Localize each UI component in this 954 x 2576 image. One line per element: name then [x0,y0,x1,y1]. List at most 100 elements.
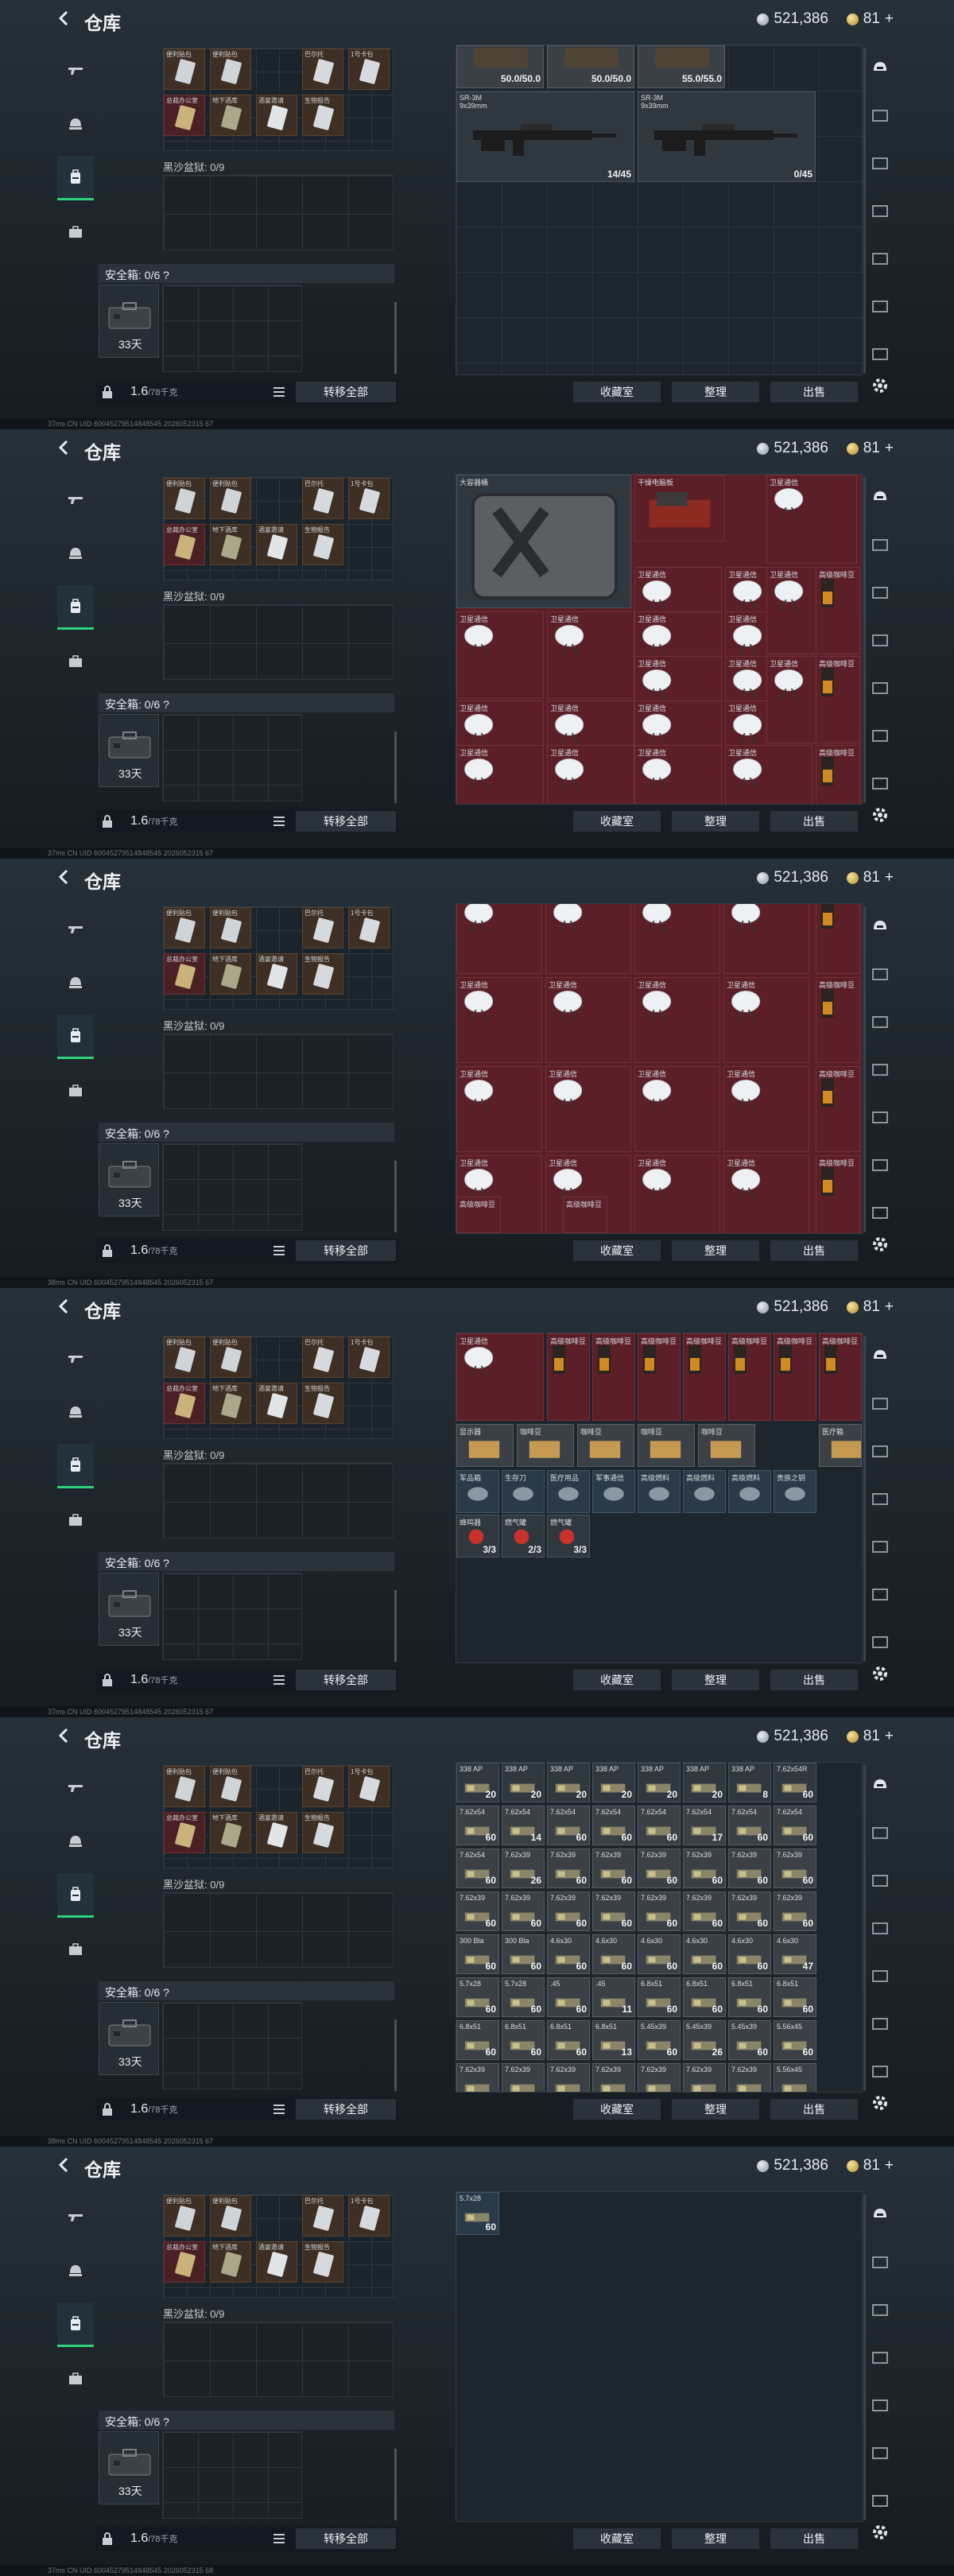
transfer-all-button[interactable]: 转移全部 [296,2528,396,2549]
dish-item[interactable]: 卫星通信 [456,745,544,804]
stash-tab[interactable] [870,2204,890,2225]
loot-item[interactable]: 高级燃料 [683,1470,726,1513]
stash-tab[interactable] [870,630,890,650]
loot-item[interactable]: 高级燃料 [728,1470,771,1513]
gear-item[interactable]: 1号卡包 [348,1336,390,1378]
stash-scrollbar[interactable] [863,1765,866,2091]
ammo-item[interactable]: 7.62x54R 60 [774,1763,816,1802]
gear-item[interactable]: 生物报告 [302,1383,343,1424]
gear-item[interactable]: 便利贴包 [210,907,251,949]
stash-tab[interactable] [870,296,890,316]
stash-tab[interactable] [870,916,890,937]
coffee-item[interactable]: 高级咖啡豆 [816,745,860,804]
dish-item[interactable]: 卫星通信 [634,904,720,974]
ammo-item[interactable]: 6.8x51 60 [502,2020,545,2060]
gear-item[interactable]: 总裁办公室 [164,953,205,995]
stash-tab[interactable] [870,1011,890,1032]
safe-box-slot[interactable]: 33天 [99,285,159,358]
ammo-item[interactable]: 7.62x54 60 [456,1849,499,1888]
gear-item[interactable]: 酒宴邀请 [256,1383,297,1424]
category-armor[interactable] [57,531,94,576]
loot-item[interactable]: 医疗用品 [547,1470,590,1513]
category-case[interactable] [57,210,94,254]
category-weapons[interactable] [57,1765,94,1810]
ammo-item[interactable]: 7.62x39 [456,2063,499,2092]
gear-item[interactable]: 便利贴包 [164,48,205,90]
gear-item[interactable]: 1号卡包 [348,478,390,519]
stash-tab[interactable] [870,1822,890,1843]
ammo-item[interactable]: 6.8x51 60 [728,1977,771,2017]
ammo-item[interactable]: 7.62x54 17 [683,1806,726,1845]
dish-item[interactable]: 卫星通信 [456,1333,544,1421]
storage-room-button[interactable]: 收藏室 [573,1670,661,1690]
loot-item[interactable]: 高级咖啡豆 [456,1197,501,1233]
category-backpack[interactable] [57,1873,94,1918]
loot-item[interactable]: 蜂鸣器 3/3 [456,1515,499,1558]
ammo-item[interactable]: 4.6x30 60 [728,1934,771,1974]
category-weapons[interactable] [57,48,94,92]
gear-item[interactable]: 便利贴包 [164,2195,205,2237]
category-backpack[interactable] [57,156,94,200]
left-scrollbar[interactable] [394,731,397,803]
ammo-item[interactable]: 338 AP 20 [547,1763,590,1802]
loot-item[interactable]: 咖啡豆 [517,1424,574,1467]
ammo-item[interactable]: 338 AP 20 [683,1763,726,1802]
list-icon[interactable] [272,814,286,828]
list-icon[interactable] [272,1673,286,1687]
loot-item[interactable]: 燃气罐 2/3 [502,1515,545,1558]
gear-item[interactable]: 便利贴包 [210,478,251,519]
category-case[interactable] [57,2357,94,2401]
ammo-item[interactable]: 7.62x54 60 [547,1806,590,1845]
stash-tab[interactable] [870,2061,890,2081]
stash-tab[interactable] [870,964,890,984]
storage-room-button[interactable]: 收藏室 [573,2528,661,2549]
gear-item[interactable]: 便利贴包 [164,478,205,519]
ammo-item[interactable]: 5.7x28 60 [456,2192,499,2235]
stash-tab[interactable] [870,1154,890,1175]
stash-tab[interactable] [870,248,890,269]
gear-item[interactable]: 巴尔托 [302,1766,343,1807]
loot-item[interactable]: 军事通信 [592,1470,635,1513]
dish-item[interactable]: 卫星通信 [723,1066,809,1152]
ammo-item[interactable]: 5.56x45 60 [774,2020,816,2060]
stash-tab[interactable] [870,582,890,603]
left-scrollbar[interactable] [394,1161,397,1232]
ammo-item[interactable]: .45 11 [592,1977,635,2017]
gear-item[interactable]: 生物报告 [302,2241,343,2283]
settings-gear-icon[interactable] [870,2522,890,2543]
gear-item[interactable]: 总裁办公室 [164,524,205,565]
sort-button[interactable]: 整理 [672,1670,759,1690]
coffee-item[interactable]: 高级咖啡豆 [816,1066,860,1152]
transfer-all-button[interactable]: 转移全部 [296,1240,396,1261]
gear-item[interactable]: 1号卡包 [348,2195,390,2237]
gear-item[interactable]: 便利贴包 [210,1766,251,1807]
gear-item[interactable]: 总裁办公室 [164,1812,205,1853]
loot-item[interactable]: 生存刀 [502,1470,545,1513]
ammo-item[interactable]: 4.6x30 60 [592,1934,635,1974]
gear-item[interactable]: 生物报告 [302,95,343,136]
armor-item[interactable]: 50.0/50.0 [456,45,544,88]
stash-tab[interactable] [870,2395,890,2415]
list-icon[interactable] [272,2531,286,2546]
dish-item[interactable]: 卫星通信 [545,1066,631,1152]
ammo-item[interactable]: 5.7x28 60 [502,1977,545,2017]
stash-tab[interactable] [870,1393,890,1414]
coffee-item[interactable]: 高级咖啡豆 [638,1333,681,1421]
gear-item[interactable]: 酒宴邀请 [256,2241,297,2283]
ammo-item[interactable]: 7.62x39 60 [638,1849,681,1888]
transfer-all-button[interactable]: 转移全部 [296,811,396,832]
storage-room-button[interactable]: 收藏室 [573,1240,661,1261]
left-scrollbar[interactable] [394,2019,397,2091]
safe-box-slot[interactable]: 33天 [99,2431,159,2504]
ammo-item[interactable]: 7.62x39 60 [774,1891,816,1931]
ammo-item[interactable]: 300 Bla 60 [456,1934,499,1974]
stash-tab[interactable] [870,1631,890,1652]
category-case[interactable] [57,1498,94,1542]
ammo-item[interactable]: 5.56x45 [774,2063,816,2092]
loot-item[interactable]: 高级咖啡豆 [563,1197,607,1233]
stash-tab[interactable] [870,1870,890,1891]
sort-button[interactable]: 整理 [672,2528,759,2549]
ammo-item[interactable]: 7.62x39 60 [683,1849,726,1888]
ammo-item[interactable]: 5.45x39 60 [638,2020,681,2060]
gear-item[interactable]: 1号卡包 [348,907,390,949]
